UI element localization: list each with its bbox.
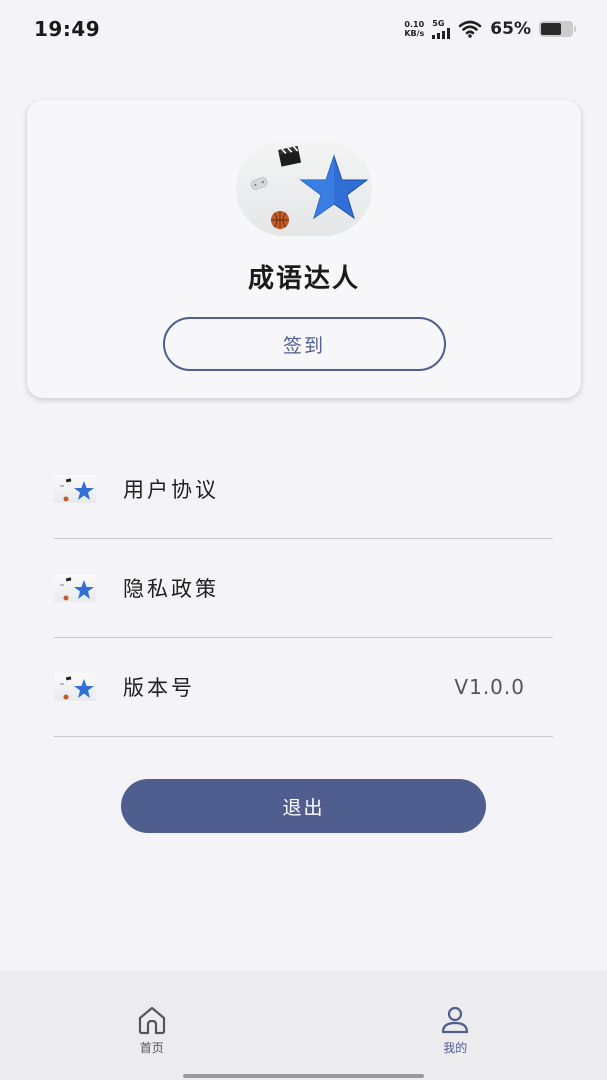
menu-item-label: 版本号: [123, 676, 195, 700]
home-indicator: [183, 1074, 424, 1078]
avatar-illustration: [250, 145, 372, 229]
status-bar: 19:49 0.10 KB/s 5G 65%: [0, 0, 607, 58]
app-name: 成语达人: [247, 264, 360, 294]
star-thumbnail-icon: [54, 475, 96, 503]
nav-tab-home[interactable]: 首页: [0, 971, 304, 1080]
network-speed-unit: KB/s: [404, 29, 425, 38]
menu-item-version[interactable]: 版本号 V1.0.0: [54, 638, 553, 737]
menu-item-label: 隐私政策: [123, 577, 219, 601]
star-thumbnail-icon: [54, 673, 96, 701]
nav-tab-home-label: 首页: [139, 1041, 164, 1055]
home-icon: [138, 1006, 165, 1035]
nav-tab-mine-label: 我的: [443, 1041, 468, 1055]
star-thumbnail-icon: [54, 574, 96, 602]
profile-card: 成语达人 签到: [27, 100, 581, 398]
bottom-nav: 首页 我的: [0, 971, 607, 1080]
battery-icon: [539, 21, 576, 37]
menu-item-user-agreement[interactable]: 用户协议: [54, 440, 553, 539]
app-avatar: [236, 140, 372, 236]
menu-item-privacy-policy[interactable]: 隐私政策: [54, 539, 553, 638]
nav-tab-mine[interactable]: 我的: [304, 971, 607, 1080]
version-value: V1.0.0: [454, 675, 525, 699]
wifi-icon: [458, 20, 482, 38]
logout-button[interactable]: 退出: [121, 779, 486, 833]
battery-percent: 65%: [490, 19, 531, 39]
status-time: 19:49: [34, 17, 101, 41]
user-icon: [442, 1006, 469, 1034]
network-type: 5G: [432, 18, 445, 28]
network-speed-value: 0.10: [404, 20, 425, 29]
cellular-signal-icon: 5G: [432, 18, 451, 39]
settings-menu: 用户协议 隐私政策 版本号 V1.0.0: [54, 440, 553, 737]
status-indicators: 0.10 KB/s 5G 65%: [404, 18, 576, 39]
checkin-button[interactable]: 签到: [162, 317, 446, 371]
menu-item-label: 用户协议: [123, 478, 219, 502]
network-speed: 0.10 KB/s: [404, 20, 424, 38]
